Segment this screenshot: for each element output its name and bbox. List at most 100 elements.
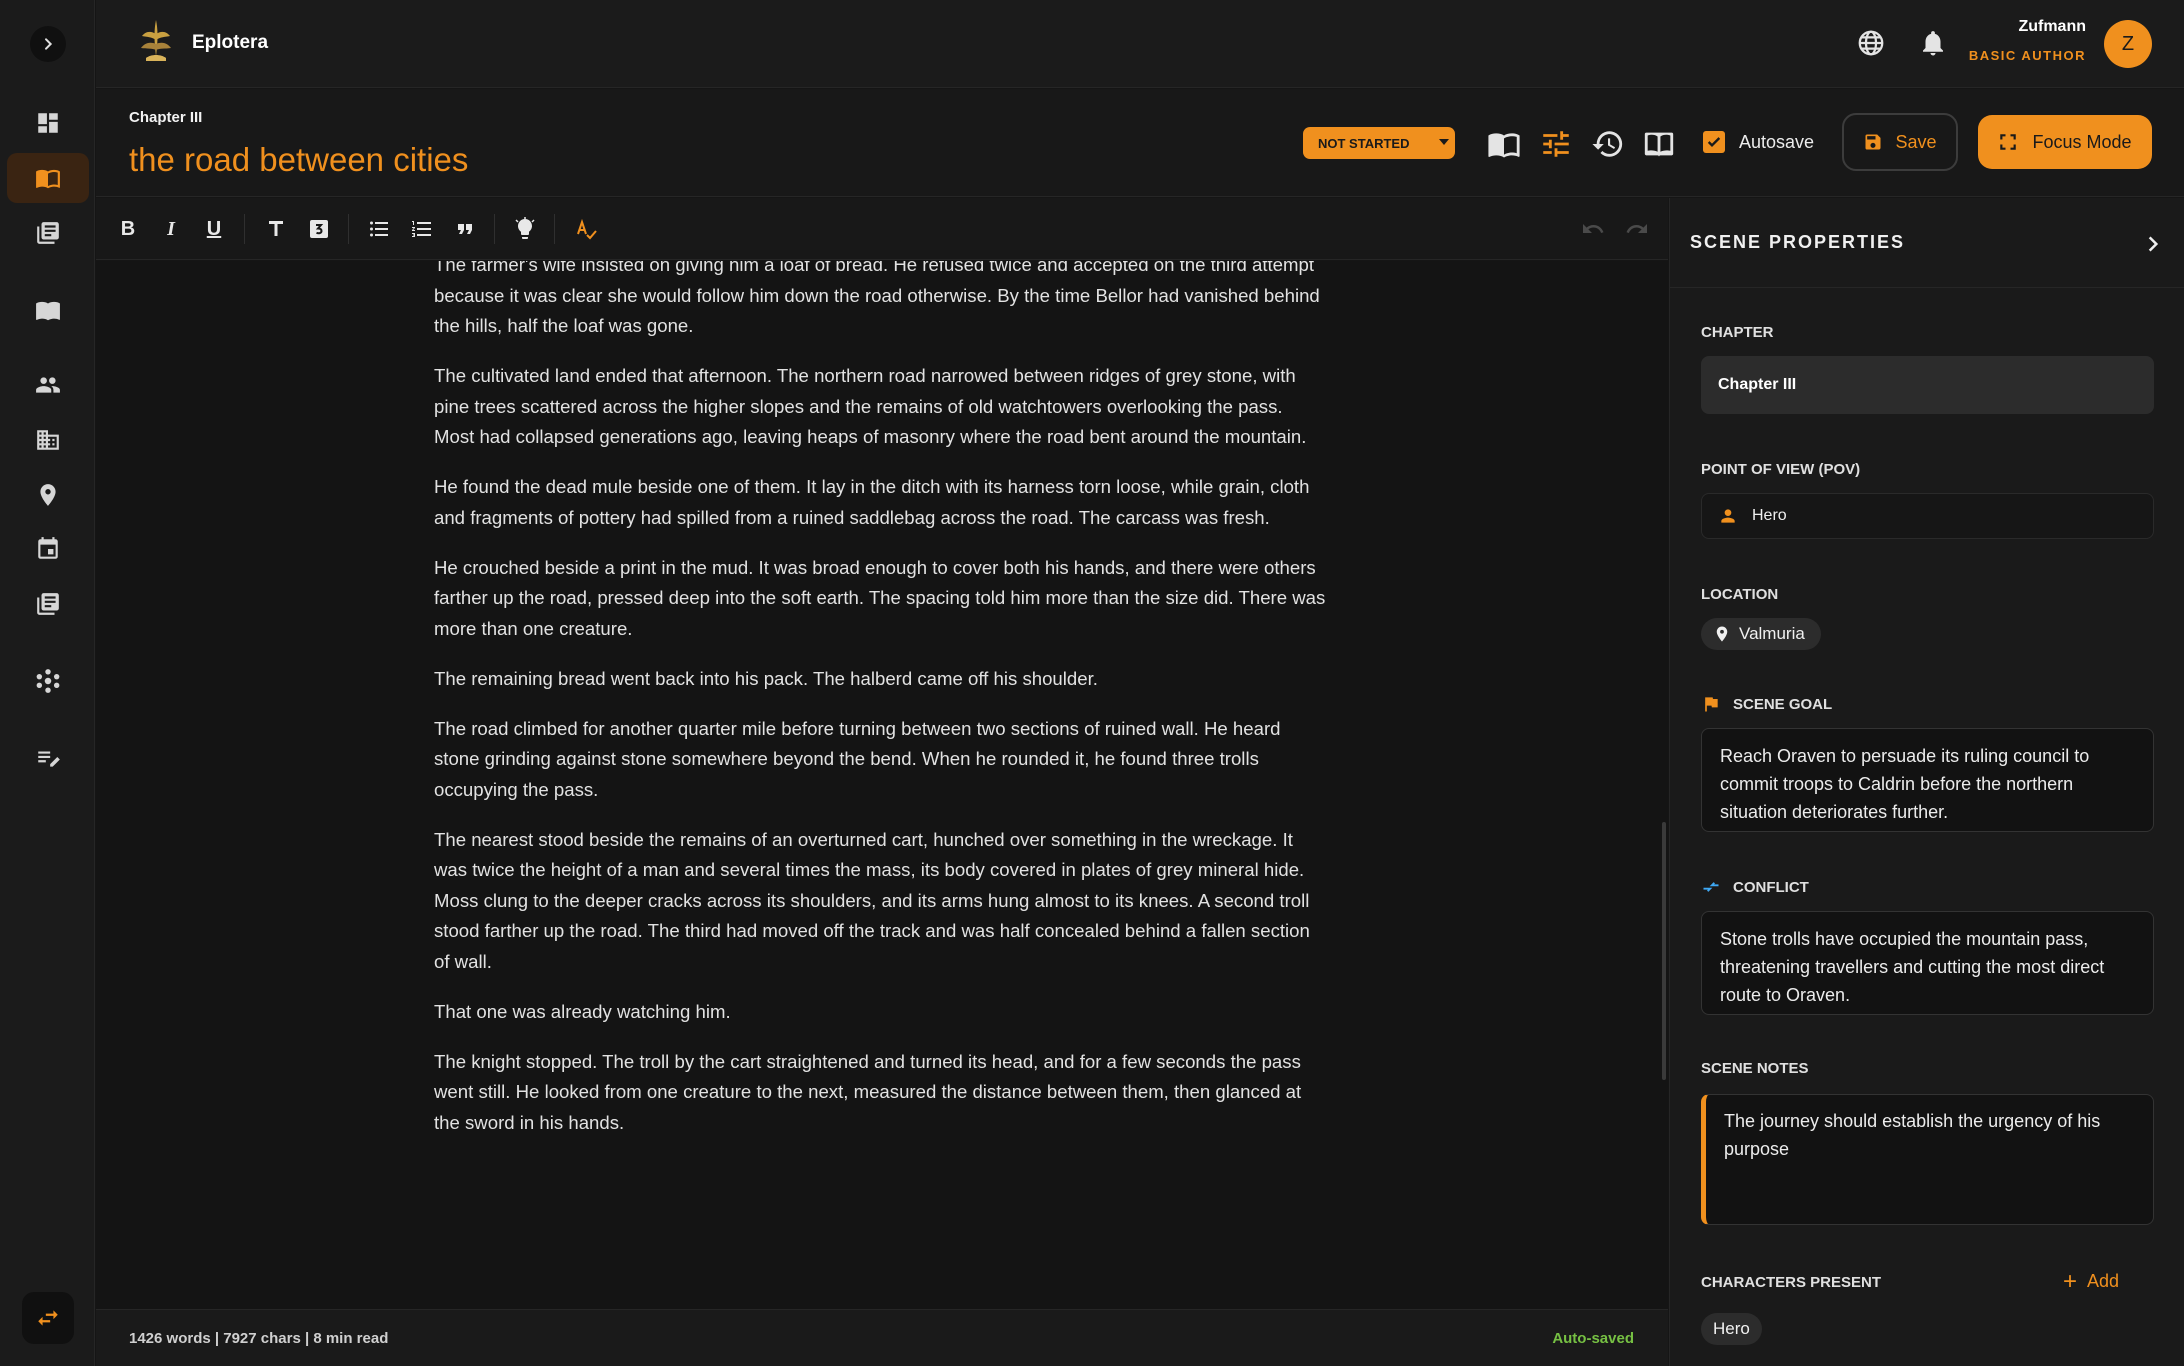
paragraph[interactable]: The remaining bread went back into his p… xyxy=(434,664,1326,695)
manuscript-text[interactable]: The farmer's wife insisted on giving him… xyxy=(434,261,1326,1158)
caret-down-icon xyxy=(1439,139,1449,145)
calendar-icon xyxy=(38,537,58,559)
location-chip[interactable]: Valmuria xyxy=(1701,618,1821,650)
autosave-label[interactable]: Autosave xyxy=(1739,132,1814,153)
save-button[interactable]: Save xyxy=(1842,113,1958,171)
open-book-icon xyxy=(36,169,60,189)
add-character-button[interactable]: + Add xyxy=(2063,1267,2120,1295)
undo-button[interactable] xyxy=(1576,212,1610,246)
pov-select[interactable]: Hero xyxy=(1701,493,2154,539)
building-icon xyxy=(37,430,59,450)
word-count-stats: 1426 words | 7927 chars | 8 min read xyxy=(129,1330,389,1347)
status-dropdown[interactable]: NOT STARTED xyxy=(1303,127,1455,159)
nav-chapters[interactable] xyxy=(7,208,89,258)
tune-sliders-icon xyxy=(1543,131,1569,157)
expand-sidebar-button[interactable] xyxy=(30,26,66,62)
chapter-select[interactable]: Chapter III xyxy=(1701,356,2154,414)
plus-icon: + xyxy=(2063,1267,2078,1295)
nav-books[interactable] xyxy=(7,285,89,335)
add-label: Add xyxy=(2087,1271,2120,1291)
title-icon xyxy=(269,221,283,236)
nav-characters[interactable] xyxy=(7,360,89,410)
globe-icon[interactable] xyxy=(1856,28,1886,58)
text-editor[interactable]: The farmer's wife insisted on giving him… xyxy=(96,261,1668,1309)
scene-goal-label: SCENE GOAL xyxy=(1701,694,1832,714)
check-icon xyxy=(1707,137,1721,147)
scene-title[interactable]: the road between cities xyxy=(129,141,468,179)
chevron-right-icon xyxy=(45,38,53,50)
chapter-label: Chapter III xyxy=(129,109,203,126)
paragraph[interactable]: That one was already watching him. xyxy=(434,997,1326,1028)
user-name: Zufmann xyxy=(2018,18,2086,35)
nav-write[interactable] xyxy=(7,153,89,203)
nav-locations[interactable] xyxy=(7,470,89,520)
library-icon xyxy=(37,593,59,615)
nav-outline[interactable] xyxy=(7,733,89,783)
paragraph[interactable]: He crouched beside a print in the mud. I… xyxy=(434,553,1326,645)
paragraph[interactable]: The knight stopped. The troll by the car… xyxy=(434,1047,1326,1139)
character-chip[interactable]: Hero xyxy=(1701,1313,1762,1345)
paragraph[interactable]: The nearest stood beside the remains of … xyxy=(434,825,1326,978)
bold-button[interactable]: B xyxy=(111,212,145,246)
scene-settings-button[interactable] xyxy=(1538,127,1574,161)
nav-dashboard[interactable] xyxy=(7,98,89,148)
redo-button[interactable] xyxy=(1620,212,1654,246)
book-view-button[interactable] xyxy=(1486,127,1522,161)
location-value: Valmuria xyxy=(1739,624,1805,643)
scene-notes-field[interactable]: The journey should establish the urgency… xyxy=(1701,1094,2154,1225)
toolbar-divider xyxy=(554,214,555,244)
reader-button[interactable] xyxy=(1641,127,1677,161)
bullet-list-button[interactable] xyxy=(362,212,396,246)
focus-mode-button[interactable]: Focus Mode xyxy=(1978,115,2152,169)
blockquote-button[interactable] xyxy=(448,212,482,246)
people-icon xyxy=(36,377,60,393)
italic-button[interactable]: I xyxy=(154,212,188,246)
switch-project-button[interactable] xyxy=(22,1292,74,1344)
paragraph[interactable]: He found the dead mule beside one of the… xyxy=(434,472,1326,533)
avatar[interactable]: Z xyxy=(2104,20,2152,68)
characters-present-label-text: CHARACTERS PRESENT xyxy=(1701,1274,1882,1291)
history-icon xyxy=(1592,131,1623,157)
numbered-list-button[interactable] xyxy=(405,212,439,246)
pov-value: Hero xyxy=(1752,507,1787,524)
chapter-field-label-text: CHAPTER xyxy=(1701,324,1774,341)
paragraph[interactable]: The cultivated land ended that afternoon… xyxy=(434,361,1326,453)
focus-mode-label: Focus Mode xyxy=(2032,131,2132,152)
scene-properties-panel: SCENE PROPERTIES CHAPTER Chapter III POI… xyxy=(1669,198,2184,1366)
paragraph[interactable]: The road climbed for another quarter mil… xyxy=(434,714,1326,806)
nav-notes[interactable] xyxy=(7,579,89,629)
heading3-button[interactable] xyxy=(302,212,336,246)
history-button[interactable] xyxy=(1590,127,1626,161)
redo-icon xyxy=(1626,224,1647,233)
top-bar: Eplotera Zufmann BASIC AUTHOR Z xyxy=(96,0,2184,88)
save-label: Save xyxy=(1895,131,1937,152)
scene-goal-field[interactable]: Reach Oraven to persuade its ruling coun… xyxy=(1701,728,2154,832)
person-icon xyxy=(1721,509,1735,523)
scene-goal-label-text: SCENE GOAL xyxy=(1733,695,1833,713)
autosave-checkbox[interactable] xyxy=(1703,131,1725,153)
numbered-list-icon xyxy=(412,221,431,237)
chapter-field-label: CHAPTER xyxy=(1701,324,1774,341)
paragraph[interactable]: The farmer's wife insisted on giving him… xyxy=(434,261,1326,342)
heading-button[interactable] xyxy=(259,212,293,246)
location-pin-icon xyxy=(40,484,56,506)
floppy-disk-icon xyxy=(1865,134,1881,150)
conflict-field[interactable]: Stone trolls have occupied the mountain … xyxy=(1701,911,2154,1015)
toolbar-divider xyxy=(494,214,495,244)
network-icon xyxy=(36,669,60,693)
nav-relations[interactable] xyxy=(7,656,89,706)
scene-notes-label-text: SCENE NOTES xyxy=(1701,1060,1809,1077)
scene-notes-label: SCENE NOTES xyxy=(1701,1060,1809,1077)
editor-scrollbar[interactable] xyxy=(1662,822,1666,1080)
underline-button[interactable]: U xyxy=(197,212,231,246)
chevron-right-icon[interactable] xyxy=(2143,234,2163,254)
nav-timeline[interactable] xyxy=(7,524,89,574)
quote-icon xyxy=(458,224,472,234)
spellcheck-button[interactable] xyxy=(569,212,603,246)
user-role: BASIC AUTHOR xyxy=(1968,48,2086,63)
left-nav-rail xyxy=(0,0,95,1366)
conflict-label: CONFLICT xyxy=(1701,877,1809,897)
bell-icon[interactable] xyxy=(1918,28,1948,58)
idea-button[interactable] xyxy=(508,212,542,246)
nav-organizations[interactable] xyxy=(7,415,89,465)
